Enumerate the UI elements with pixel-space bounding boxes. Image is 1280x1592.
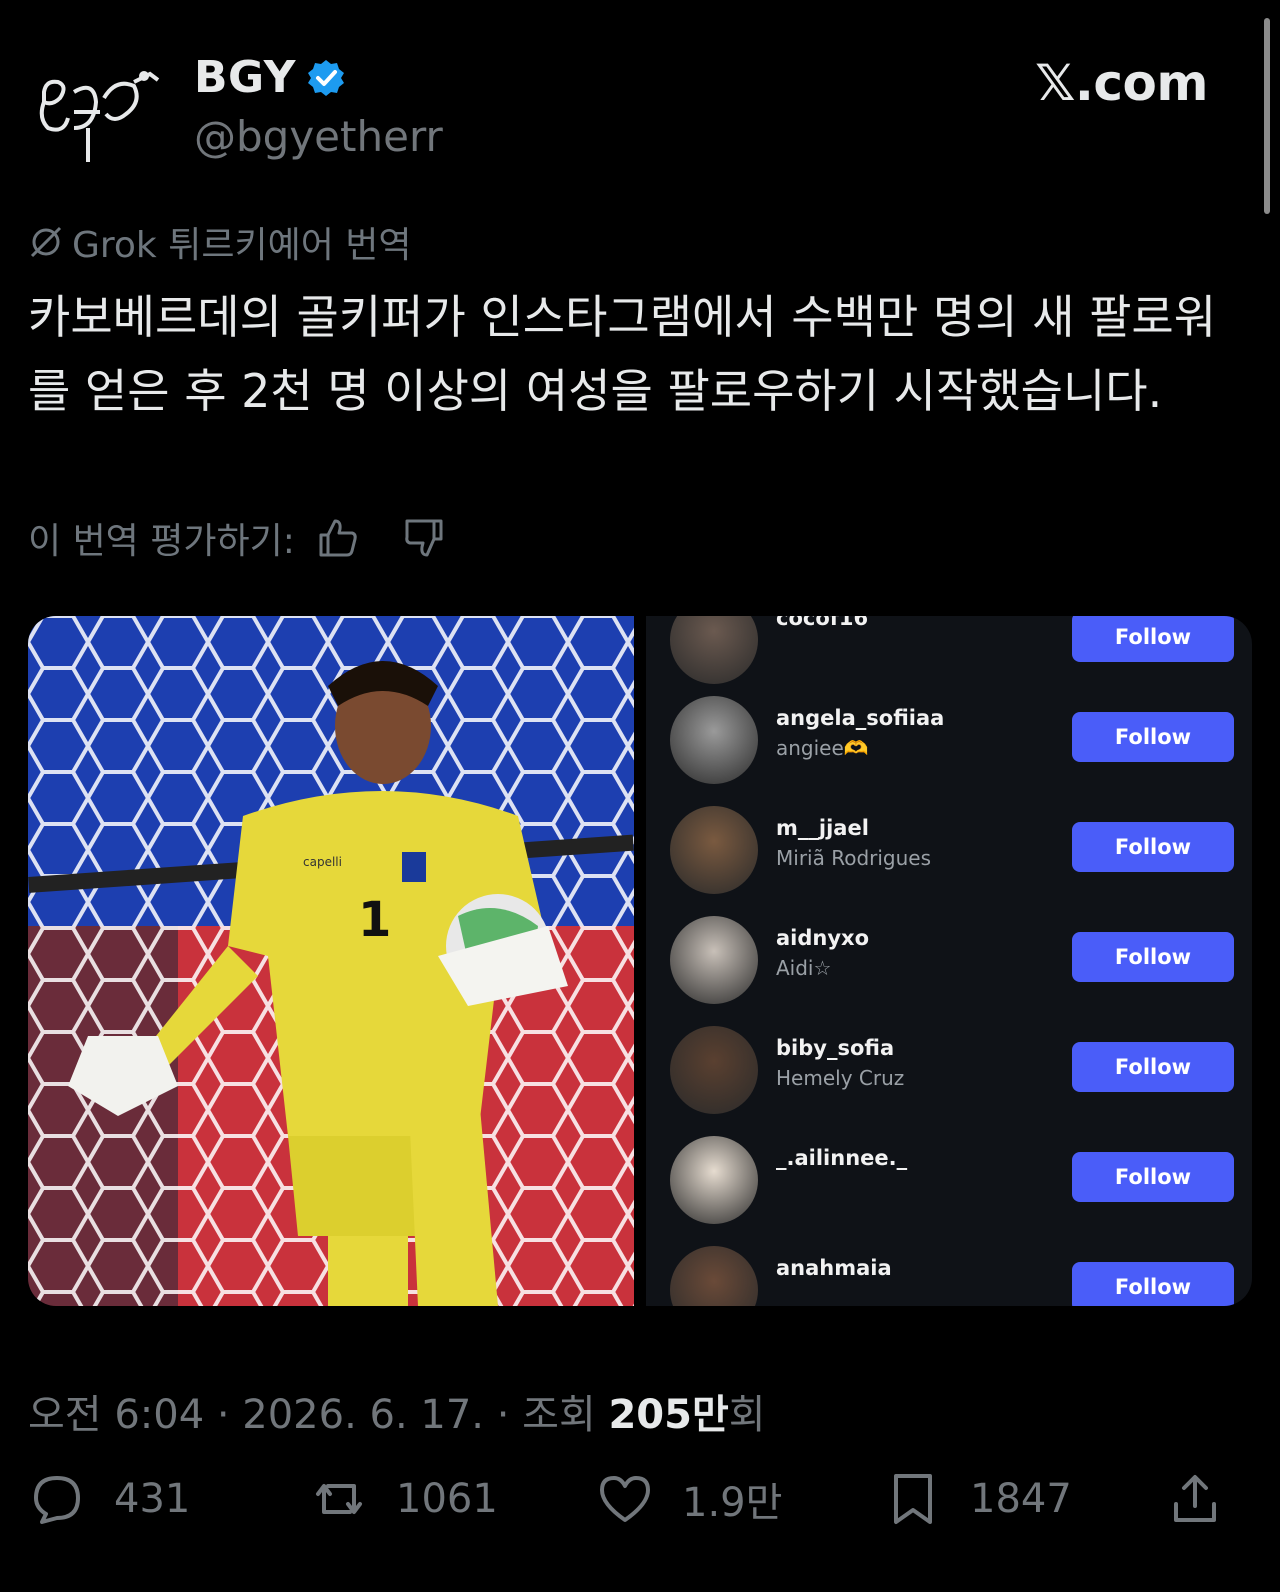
follower-row: aidnyxo Aidi☆ Follow — [646, 916, 1252, 1026]
repost-button[interactable]: 1061 — [310, 1470, 498, 1528]
follower-username[interactable]: aidnyxo — [776, 926, 869, 950]
follower-display-name: angiee🫶 — [776, 736, 869, 760]
follower-avatar[interactable] — [670, 916, 758, 1004]
follower-display-name: Miriã Rodrigues — [776, 846, 932, 870]
tweet-actions: 431 1061 1.9만 1847 — [28, 1470, 1252, 1550]
scrollbar[interactable] — [1264, 18, 1270, 214]
view-suffix: 회 — [728, 1392, 766, 1438]
grok-icon — [30, 226, 62, 258]
share-button[interactable] — [1166, 1470, 1252, 1528]
reply-icon — [34, 1476, 80, 1524]
tweet-timestamp[interactable]: 오전 6:04 · 2026. 6. 17. · 조회 205만회 — [28, 1382, 766, 1440]
timestamp-text: 오전 6:04 · 2026. 6. 17. · 조회 — [28, 1392, 609, 1438]
rate-translation-label: 이 번역 평가하기: — [28, 521, 295, 562]
follower-username[interactable]: anahmaia — [776, 1256, 892, 1280]
translation-source[interactable]: Grok 튀르키예어 번역 — [72, 216, 412, 268]
thumbs-down-icon[interactable] — [401, 515, 447, 561]
tweet-text: 카보베르데의 골키퍼가 인스타그램에서 수백만 명의 새 팔로워를 얻은 후 2… — [28, 290, 1217, 418]
follower-avatar[interactable] — [670, 616, 758, 684]
tweet-media[interactable]: 1 capelli cocof16 Follow angela_sofiiaa ang… — [28, 616, 1252, 1306]
bookmark-icon — [894, 1474, 932, 1524]
repost-count: 1061 — [396, 1476, 498, 1522]
follow-button[interactable]: Follow — [1072, 616, 1234, 662]
follower-username[interactable]: _.ailinnee._ — [776, 1146, 907, 1170]
follower-avatar[interactable] — [670, 1136, 758, 1224]
goalkeeper-illustration: 1 capelli — [28, 616, 634, 1306]
thumbs-up-icon[interactable] — [315, 515, 361, 561]
reply-count: 431 — [114, 1476, 191, 1522]
share-icon — [1174, 1475, 1216, 1522]
follower-row: biby_sofia Hemely Cruz Follow — [646, 1026, 1252, 1136]
view-count: 205만 — [608, 1392, 729, 1438]
follower-username[interactable]: m__jjael — [776, 816, 869, 840]
repost-icon — [316, 1484, 362, 1514]
translation-label: Grok 튀르키예어 번역 — [28, 216, 412, 268]
follower-row: angela_sofiiaa angiee🫶 Follow — [646, 696, 1252, 806]
tweet-header: BGY @bgyetherr 𝕏.com — [28, 52, 1228, 172]
follower-avatar[interactable] — [670, 1246, 758, 1306]
follower-avatar[interactable] — [670, 1026, 758, 1114]
instagram-follow-list: cocof16 Follow angela_sofiiaa angiee🫶 Follow… — [646, 616, 1252, 1306]
follower-username[interactable]: angela_sofiiaa — [776, 706, 944, 730]
name-row: BGY — [194, 52, 346, 103]
follow-button[interactable]: Follow — [1072, 712, 1234, 762]
follower-avatar[interactable] — [670, 696, 758, 784]
reply-button[interactable]: 431 — [28, 1470, 190, 1528]
follower-row: _.ailinnee._ Follow — [646, 1136, 1252, 1246]
follower-username[interactable]: cocof16 — [776, 616, 868, 630]
follower-display-name: Aidi☆ — [776, 956, 832, 980]
bookmark-button[interactable]: 1847 — [884, 1470, 1072, 1528]
bgy-logo-avatar[interactable] — [34, 62, 162, 172]
user-handle[interactable]: @bgyetherr — [194, 112, 443, 161]
follower-row: cocof16 Follow — [646, 616, 1252, 706]
follower-row: m__jjael Miriã Rodrigues Follow — [646, 806, 1252, 916]
follower-avatar[interactable] — [670, 806, 758, 894]
follower-row: anahmaia Follow — [646, 1246, 1252, 1306]
goalkeeper-photo[interactable]: 1 capelli — [28, 616, 634, 1306]
rate-translation-row: 이 번역 평가하기: — [28, 512, 447, 564]
bookmark-count: 1847 — [970, 1476, 1072, 1522]
follower-display-name: Hemely Cruz — [776, 1066, 905, 1090]
svg-text:1: 1 — [358, 892, 391, 948]
like-button[interactable]: 1.9만 — [596, 1470, 782, 1528]
follow-button[interactable]: Follow — [1072, 932, 1234, 982]
verified-badge-icon — [308, 59, 345, 96]
like-count: 1.9만 — [682, 1480, 783, 1526]
follow-button[interactable]: Follow — [1072, 1042, 1234, 1092]
follow-button[interactable]: Follow — [1072, 822, 1234, 872]
brand-logo: 𝕏.com — [1035, 54, 1208, 112]
svg-text:capelli: capelli — [303, 855, 342, 869]
display-name[interactable]: BGY — [194, 52, 296, 103]
heart-icon — [600, 1476, 650, 1522]
follower-username[interactable]: biby_sofia — [776, 1036, 894, 1060]
follow-button[interactable]: Follow — [1072, 1262, 1234, 1306]
follow-button[interactable]: Follow — [1072, 1152, 1234, 1202]
